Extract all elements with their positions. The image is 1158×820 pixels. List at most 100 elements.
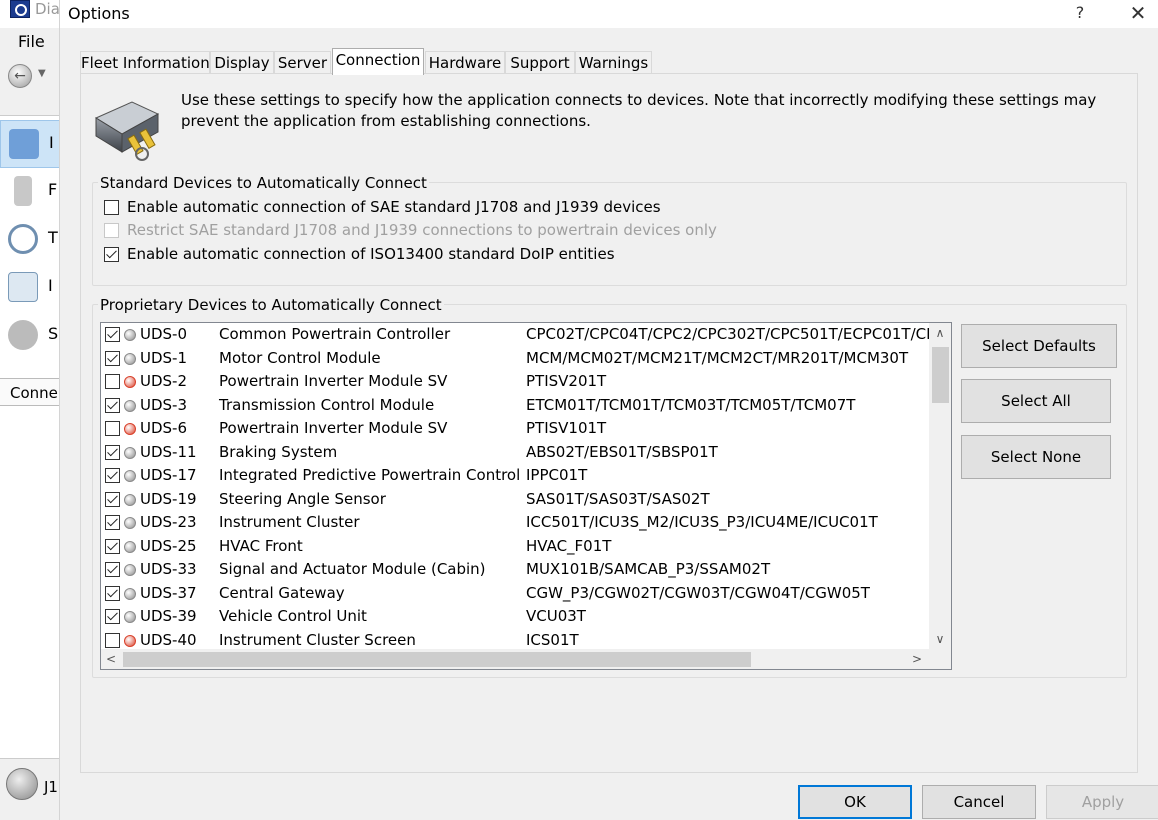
ok-button[interactable]: OK (798, 785, 912, 819)
device-status-icon (124, 376, 136, 388)
device-codes: ICC501T/ICU3S_M2/ICU3S_P3/ICU4ME/ICUC01T (526, 513, 878, 531)
device-checkbox[interactable] (105, 562, 120, 577)
nav-item-label: I (48, 276, 53, 295)
proprietary-devices-group-title: Proprietary Devices to Automatically Con… (98, 296, 444, 314)
tab-warnings[interactable]: Warnings (575, 51, 652, 75)
tab-support[interactable]: Support (505, 51, 575, 75)
chevron-down-icon[interactable]: ▼ (38, 68, 46, 79)
device-row[interactable]: UDS-33 Signal and Actuator Module (Cabin)… (101, 559, 929, 582)
device-name: Instrument Cluster Screen (219, 630, 416, 649)
device-id: UDS-37 (140, 583, 197, 602)
device-checkbox[interactable] (105, 468, 120, 483)
device-row[interactable]: UDS-11 Braking System ABS02T/EBS01T/SBSP01… (101, 442, 929, 465)
device-id: UDS-39 (140, 607, 197, 625)
standard-devices-group-title: Standard Devices to Automatically Connec… (98, 174, 429, 192)
device-id: UDS-6 (140, 419, 188, 437)
device-checkbox[interactable] (105, 374, 120, 389)
nav-item-label: I (49, 133, 54, 152)
device-codes: VCU03T (526, 607, 586, 625)
device-checkbox[interactable] (105, 632, 120, 648)
device-id: UDS-17 (140, 466, 197, 484)
nav-item-info[interactable]: I (0, 120, 59, 168)
device-checkbox[interactable] (105, 444, 120, 460)
select-defaults-button[interactable]: Select Defaults (961, 324, 1117, 368)
nav-item-service[interactable]: S (0, 312, 59, 360)
vertical-scrollbar[interactable]: ∧ ∨ (929, 323, 951, 649)
nav-item-label: F (48, 180, 58, 199)
chevron-right-icon[interactable]: > (907, 649, 927, 669)
device-row[interactable]: UDS-19 Steering Angle Sensor SAS01T/SAS03T… (101, 489, 929, 512)
doip-label: Enable automatic connection of ISO13400 … (127, 245, 615, 263)
horizontal-scroll-thumb[interactable] (123, 652, 751, 667)
device-id: UDS-0 (140, 325, 188, 343)
tab-connection[interactable]: Connection (332, 48, 424, 75)
proprietary-device-list[interactable]: UDS-0 Common Powertrain Controller CPC02T/… (100, 322, 952, 670)
device-codes: ETCM01T/TCM01T/TCM03T/TCM05T/TCM07T (526, 395, 856, 414)
device-row[interactable]: UDS-6 Powertrain Inverter Module SV PTISV1… (101, 418, 929, 441)
j1708-j1939-label: Enable automatic connection of SAE stand… (127, 198, 661, 216)
connection-panel-header: Conne (0, 378, 59, 406)
id-card-icon (9, 129, 39, 159)
device-checkbox[interactable] (105, 327, 120, 342)
file-menu[interactable]: File (18, 32, 45, 51)
chevron-down-icon[interactable]: ∨ (929, 629, 951, 649)
tab-server[interactable]: Server (274, 51, 331, 75)
select-all-button[interactable]: Select All (961, 379, 1111, 423)
nav-item-troubleshoot[interactable]: T (0, 216, 59, 264)
tab-display[interactable]: Display (210, 51, 274, 75)
nav-item-instrument[interactable]: I (0, 264, 59, 312)
device-status-icon (124, 517, 136, 529)
apply-button: Apply (1046, 785, 1158, 819)
chevron-up-icon[interactable]: ∧ (929, 323, 951, 343)
device-id: UDS-1 (140, 348, 188, 367)
dialog-titlebar: Options ? ✕ (60, 0, 1158, 28)
nav-item-fault[interactable]: F (0, 168, 59, 216)
device-row[interactable]: UDS-17 Integrated Predictive Powertrain C… (101, 465, 929, 488)
device-checkbox[interactable] (105, 397, 120, 413)
device-name: Integrated Predictive Powertrain Control (219, 466, 521, 484)
device-row[interactable]: UDS-25 HVAC Front HVAC_F01T (101, 536, 929, 559)
device-name: Steering Angle Sensor (219, 489, 386, 508)
stethoscope-icon (8, 224, 38, 254)
device-codes: ICS01T (526, 630, 579, 649)
select-none-button[interactable]: Select None (961, 435, 1111, 479)
close-icon[interactable]: ✕ (1124, 2, 1152, 26)
device-codes: CGW_P3/CGW02T/CGW03T/CGW04T/CGW05T (526, 583, 870, 602)
device-name: Central Gateway (219, 583, 345, 602)
device-row[interactable]: UDS-3 Transmission Control Module ETCM01T/… (101, 395, 929, 418)
device-checkbox[interactable] (105, 421, 120, 436)
device-row[interactable]: UDS-37 Central Gateway CGW_P3/CGW02T/CGW03… (101, 583, 929, 606)
back-arrow-icon[interactable]: ← (8, 64, 32, 88)
device-codes: MCM/MCM02T/MCM21T/MCM2CT/MR201T/MCM30T (526, 348, 909, 367)
device-row[interactable]: UDS-23 Instrument Cluster ICC501T/ICU3S_M2… (101, 512, 929, 535)
horizontal-scrollbar[interactable]: < > (101, 649, 929, 669)
device-row[interactable]: UDS-1 Motor Control Module MCM/MCM02T/MCM2… (101, 348, 929, 371)
device-status-icon (124, 634, 136, 647)
traffic-light-icon (14, 176, 32, 206)
restrict-powertrain-checkbox (104, 223, 119, 238)
tab-fleet-information[interactable]: Fleet Information (80, 51, 210, 75)
help-button[interactable]: ? (1068, 2, 1092, 26)
device-name: Motor Control Module (219, 348, 381, 367)
cancel-button[interactable]: Cancel (922, 785, 1036, 819)
device-checkbox[interactable] (105, 491, 120, 507)
device-checkbox[interactable] (105, 609, 120, 624)
nav-item-label: T (48, 228, 58, 247)
device-checkbox[interactable] (105, 350, 120, 366)
tab-hardware[interactable]: Hardware (425, 51, 505, 75)
chevron-left-icon[interactable]: < (101, 649, 121, 669)
device-row[interactable]: UDS-2 Powertrain Inverter Module SV PTISV2… (101, 371, 929, 394)
device-name: Instrument Cluster (219, 513, 360, 531)
j1708-j1939-checkbox[interactable] (104, 200, 119, 215)
device-name: Vehicle Control Unit (219, 607, 367, 625)
vertical-scroll-thumb[interactable] (932, 347, 949, 403)
connection-description: Use these settings to specify how the ap… (181, 91, 1097, 130)
device-checkbox[interactable] (105, 538, 120, 554)
device-status-icon (124, 587, 136, 600)
device-id: UDS-2 (140, 372, 188, 390)
device-row[interactable]: UDS-39 Vehicle Control Unit VCU03T (101, 606, 929, 629)
doip-checkbox[interactable] (104, 247, 119, 262)
device-row[interactable]: UDS-0 Common Powertrain Controller CPC02T/… (101, 324, 929, 347)
device-checkbox[interactable] (105, 585, 120, 601)
device-checkbox[interactable] (105, 515, 120, 530)
